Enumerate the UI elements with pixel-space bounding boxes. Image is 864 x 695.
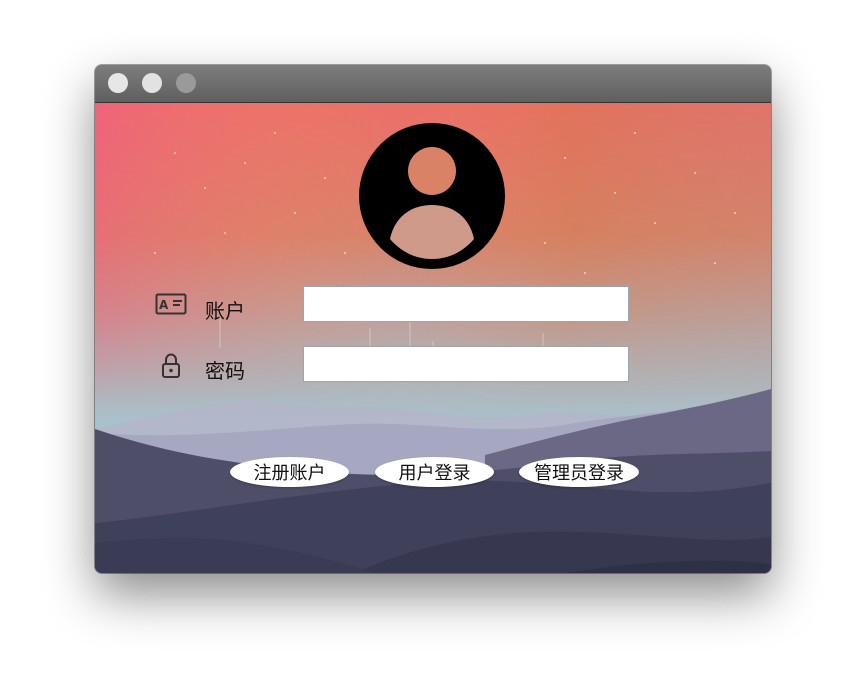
login-panel: A 账户 密码 注册账户 用户登录 管理员登录 — [95, 103, 771, 573]
lock-icon — [162, 353, 180, 378]
password-label: 密码 — [205, 359, 245, 383]
account-label: 账户 — [205, 299, 245, 323]
password-input[interactable] — [303, 346, 629, 382]
user-login-button[interactable]: 用户登录 — [375, 457, 494, 487]
login-window: A 账户 密码 注册账户 用户登录 管理员登录 — [95, 65, 771, 573]
id-card-icon: A — [155, 293, 187, 315]
user-avatar-icon — [359, 123, 505, 269]
close-window-button[interactable] — [108, 73, 128, 93]
title-bar[interactable] — [95, 65, 771, 103]
account-input[interactable] — [303, 286, 629, 322]
admin-login-button[interactable]: 管理员登录 — [519, 457, 639, 487]
register-button[interactable]: 注册账户 — [230, 457, 349, 487]
minimize-window-button[interactable] — [142, 73, 162, 93]
svg-text:A: A — [159, 298, 169, 312]
zoom-window-button[interactable] — [176, 73, 196, 93]
